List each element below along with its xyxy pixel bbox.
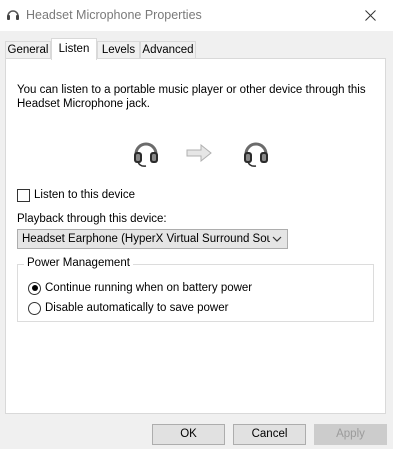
- listen-panel: You can listen to a portable music playe…: [5, 58, 386, 414]
- headset-icon: [244, 142, 268, 167]
- disable-automatically-label: Disable automatically to save power: [45, 302, 229, 314]
- playback-device-value: Headset Earphone (HyperX Virtual Surroun…: [22, 233, 270, 245]
- headset-icon: [7, 10, 19, 20]
- listen-to-device-row[interactable]: Listen to this device: [17, 187, 135, 203]
- disable-automatically-radio[interactable]: [28, 301, 41, 315]
- disable-automatically-option[interactable]: Disable automatically to save power: [28, 300, 228, 316]
- apply-button[interactable]: Apply: [314, 424, 387, 445]
- close-icon: [364, 10, 376, 21]
- title-bar: Headset Microphone Properties: [0, 0, 393, 31]
- headset-icon: [134, 142, 158, 167]
- playback-device-select[interactable]: Headset Earphone (HyperX Virtual Surroun…: [17, 229, 288, 249]
- tab-levels[interactable]: Levels: [97, 41, 140, 59]
- playback-device-label: Playback through this device:: [17, 213, 167, 225]
- power-management-group: Power Management Continue running when o…: [17, 257, 374, 322]
- ok-button[interactable]: OK: [152, 424, 225, 445]
- close-button[interactable]: [347, 0, 393, 31]
- listen-description: You can listen to a portable music playe…: [17, 84, 366, 110]
- arrow-right-icon: [186, 144, 212, 162]
- power-management-legend: Power Management: [24, 257, 133, 269]
- tab-advanced[interactable]: Advanced: [140, 41, 196, 59]
- continue-running-radio[interactable]: [28, 281, 41, 295]
- window-title: Headset Microphone Properties: [26, 8, 202, 22]
- cancel-button[interactable]: Cancel: [233, 424, 306, 445]
- continue-running-option[interactable]: Continue running when on battery power: [28, 280, 252, 296]
- tab-listen[interactable]: Listen: [51, 38, 97, 60]
- tab-general[interactable]: General: [5, 41, 51, 59]
- listen-to-device-checkbox[interactable]: [17, 188, 30, 202]
- listen-to-device-label: Listen to this device: [34, 189, 136, 201]
- chevron-down-icon: [272, 236, 282, 242]
- continue-running-label: Continue running when on battery power: [45, 282, 253, 294]
